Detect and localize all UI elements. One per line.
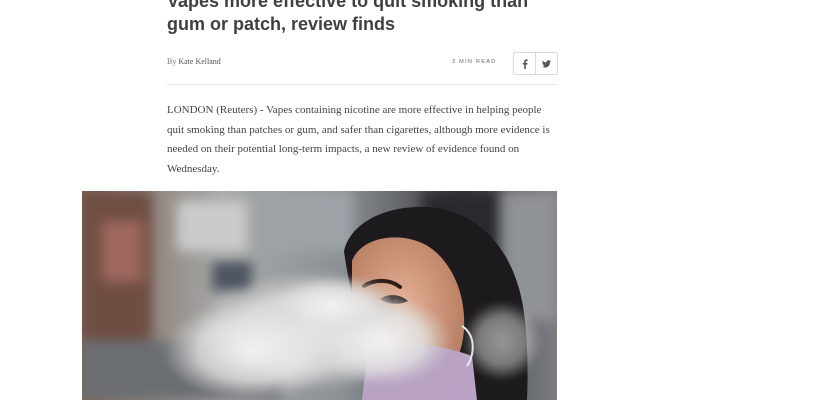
twitter-share-button[interactable]: [535, 53, 557, 74]
byline-author[interactable]: Kate Kelland: [178, 57, 220, 66]
article-photo-illustration: [82, 191, 557, 400]
byline: By Kate Kelland: [167, 57, 221, 66]
header-divider: [167, 84, 557, 85]
twitter-icon: [542, 59, 551, 68]
facebook-icon: [522, 58, 528, 69]
article-headline: Vapes more effective to quit smoking tha…: [167, 0, 529, 34]
article-lede: LONDON (Reuters) - Vapes containing nico…: [167, 104, 550, 175]
read-time: 3 MIN READ: [452, 59, 497, 65]
byline-prefix: By: [167, 57, 177, 66]
article-photo: [82, 191, 557, 400]
facebook-share-button[interactable]: [514, 53, 535, 74]
share-buttons: [513, 52, 558, 75]
